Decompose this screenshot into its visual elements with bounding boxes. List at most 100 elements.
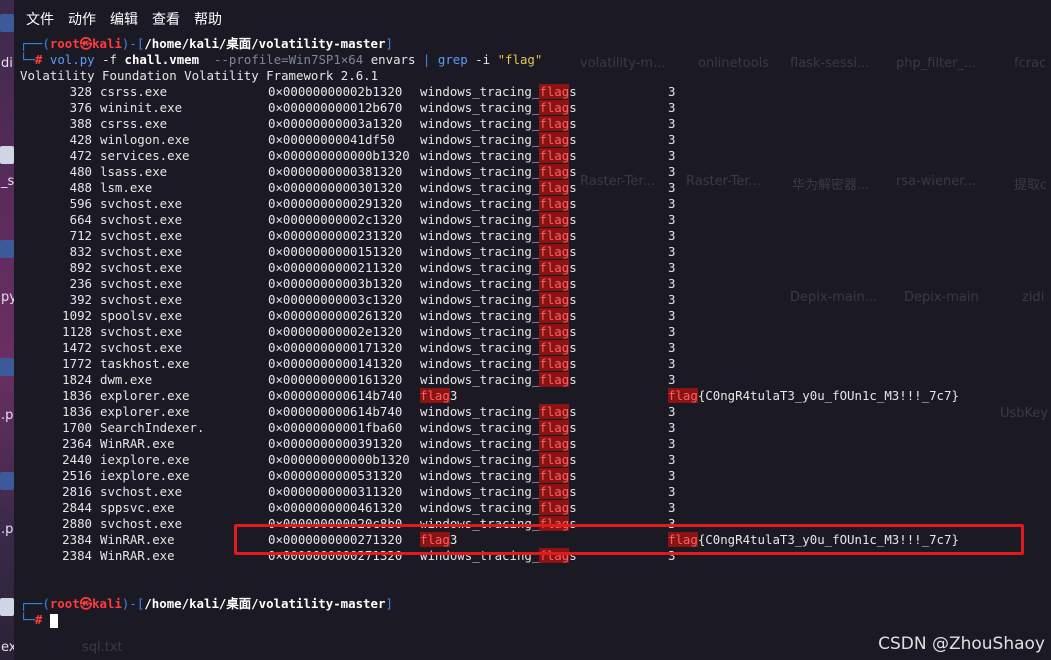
row-var-match: flag	[539, 292, 570, 307]
row-process: services.exe	[100, 148, 190, 163]
menu-action[interactable]: 动作	[68, 9, 96, 29]
row-var-suffix: s	[569, 84, 577, 99]
row-var-prefix: windows_tracing_	[420, 228, 540, 243]
row-address: 0×00000000003c1320	[268, 292, 403, 307]
row-pid: 392	[69, 292, 92, 307]
row-var-match: flag	[539, 84, 570, 99]
envar-row: 2516 iexplore.exe 0×0000000000531320 window…	[20, 468, 1050, 484]
envar-row: 1772 taskhost.exe 0×0000000000141320 window…	[20, 356, 1050, 372]
row-var-prefix: windows_tracing_	[420, 340, 540, 355]
text-file-icon[interactable]	[0, 598, 14, 616]
ghost-desktop-label: sql.txt	[82, 640, 123, 655]
row-address: 0×0000000000211320	[268, 260, 403, 275]
row-var-suffix: s	[569, 260, 577, 275]
envar-row: 328 csrss.exe 0×00000000002b1320 windows_tr…	[20, 84, 1050, 100]
row-variable: windows_tracing_flags	[420, 148, 668, 164]
row-var-suffix: s	[569, 340, 577, 355]
row-process: sppsvc.exe	[100, 500, 175, 515]
row-var-prefix: windows_tracing_	[420, 276, 540, 291]
row-value: 3	[668, 468, 676, 483]
row-process: wininit.exe	[100, 100, 183, 115]
row-process: svchost.exe	[100, 260, 183, 275]
row-process: lsass.exe	[100, 164, 168, 179]
menu-help[interactable]: 帮助	[194, 9, 222, 29]
row-var-suffix: s	[569, 484, 577, 499]
row-address: 0×000000000614b740	[268, 404, 403, 419]
terminal-window[interactable]: volatility-m... onlinetools flask-sessi.…	[14, 0, 1051, 660]
row-value: 3	[668, 500, 676, 515]
envar-row: 236 svchost.exe 0×00000000003b1320 windows_…	[20, 276, 1050, 292]
row-process: svchost.exe	[100, 484, 183, 499]
row-var-suffix: s	[569, 164, 577, 179]
row-value: 3	[668, 84, 676, 99]
row-process: csrss.exe	[100, 84, 168, 99]
row-var-prefix: windows_tracing_	[420, 180, 540, 195]
desktop-left-strip: din _study py .p .p ext	[0, 0, 44, 660]
row-value: 3	[668, 164, 676, 179]
row-pid: 596	[69, 196, 92, 211]
row-var-suffix: s	[569, 468, 577, 483]
row-pid: 1836	[62, 404, 92, 419]
row-var-match: flag	[539, 212, 570, 227]
python-file-icon[interactable]	[0, 240, 14, 258]
input-line[interactable]: └─#	[20, 612, 1050, 628]
text-cursor	[49, 613, 58, 628]
row-var-suffix: s	[569, 372, 577, 387]
row-var-prefix: windows_tracing_	[420, 100, 540, 115]
row-var-suffix: s	[569, 452, 577, 467]
prompt-path: /home/kali/桌面/volatility-master	[144, 596, 386, 611]
row-pid: 892	[69, 260, 92, 275]
row-var-prefix: windows_tracing_	[420, 212, 540, 227]
row-variable: windows_tracing_flags	[420, 356, 668, 372]
row-process: svchost.exe	[100, 212, 183, 227]
row-pid: 428	[69, 132, 92, 147]
row-var-match: flag	[539, 356, 570, 371]
row-variable: windows_tracing_flags	[420, 452, 668, 468]
row-var-match: flag	[539, 340, 570, 355]
row-pid: 1824	[62, 372, 92, 387]
row-pid: 2384	[62, 532, 92, 547]
envar-row: 428 winlogon.exe 0×00000000041df50 windows_…	[20, 132, 1050, 148]
prompt-user: root	[49, 596, 80, 611]
row-process: svchost.exe	[100, 276, 183, 291]
row-var-match: flag	[539, 324, 570, 339]
row-var-match: flag	[539, 148, 570, 163]
prompt-hash: #	[34, 52, 43, 67]
row-pid: 488	[69, 180, 92, 195]
menu-view[interactable]: 查看	[152, 9, 180, 29]
python-file-icon[interactable]	[0, 472, 14, 490]
row-value: 3	[668, 452, 676, 467]
menu-edit[interactable]: 编辑	[110, 9, 138, 29]
cmd-profile: --profile=Win7SP1×64	[214, 52, 364, 67]
row-var-prefix: windows_tracing_	[420, 372, 540, 387]
envar-row: 1092 spoolsv.exe 0×0000000000261320 windows…	[20, 308, 1050, 324]
row-var-match: flag	[539, 244, 570, 259]
menu-file[interactable]: 文件	[26, 9, 54, 29]
cmd-grep: grep	[437, 52, 468, 67]
row-process: lsm.exe	[100, 180, 153, 195]
row-var-prefix: windows_tracing_	[420, 484, 540, 499]
envar-row: 392 svchost.exe 0×00000000003c1320 windows_…	[20, 292, 1050, 308]
row-var-suffix: s	[569, 212, 577, 227]
desktop-file-icon[interactable]	[0, 14, 14, 32]
row-address: 0×00000000001fba60	[268, 420, 403, 435]
row-value: 3	[668, 292, 676, 307]
row-variable: windows_tracing_flags	[420, 324, 668, 340]
prompt-at: ㉿	[79, 36, 93, 51]
cmd-grep-opt: -i	[475, 52, 491, 67]
row-process: explorer.exe	[100, 404, 190, 419]
row-var-suffix: s	[569, 148, 577, 163]
row-value: 3	[668, 260, 676, 275]
row-process: spoolsv.exe	[100, 308, 183, 323]
row-var-prefix: windows_tracing_	[420, 132, 540, 147]
python-file-icon[interactable]	[0, 358, 14, 376]
row-var-suffix: s	[569, 420, 577, 435]
row-variable: windows_tracing_flags	[420, 244, 668, 260]
prompt-hash: #	[34, 612, 43, 627]
row-pid: 2816	[62, 484, 92, 499]
row-var-match: flag	[539, 500, 570, 515]
envar-row: 472 services.exe 0×000000000000b1320 window…	[20, 148, 1050, 164]
row-variable: windows_tracing_flags	[420, 484, 668, 500]
envar-row: 2364 WinRAR.exe 0×0000000000391320 windows_…	[20, 436, 1050, 452]
row-var-match: flag	[539, 308, 570, 323]
